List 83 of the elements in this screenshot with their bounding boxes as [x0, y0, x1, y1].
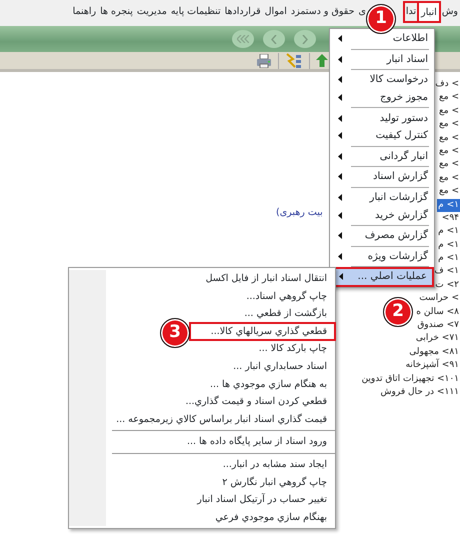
tree-item[interactable]: ۱> ف [433, 265, 460, 279]
menu-item[interactable]: ی [356, 2, 368, 22]
submenu-arrow-icon [339, 273, 343, 280]
menu-item[interactable]: تنظیمات پایه [168, 2, 223, 22]
next-button[interactable] [294, 30, 316, 48]
tree-item[interactable]: ۷> صندوق [416, 319, 460, 332]
tree-item[interactable]: > مع [438, 158, 460, 172]
up-arrow-icon[interactable] [316, 54, 328, 67]
menu-item[interactable]: قراردادها [222, 2, 263, 22]
submenu-arrow-icon [338, 114, 342, 122]
menu-item[interactable]: دستور تولید [331, 109, 433, 127]
tree-item[interactable]: ۸> سالن ه [415, 306, 460, 320]
menu-item[interactable]: گزارشات انبار [331, 188, 433, 206]
tree-item[interactable]: > مع [438, 132, 460, 145]
menu-item[interactable]: چاپ گروهي اسناد... [242, 288, 335, 306]
menu-item[interactable]: انبار [418, 2, 440, 22]
tree-item[interactable]: > حراست [418, 292, 460, 306]
menu-item[interactable]: مدیریت [134, 2, 169, 22]
tree-item[interactable]: > مع [438, 172, 460, 186]
menu-item[interactable]: اسناد انبار [331, 50, 433, 68]
tree-item[interactable]: ۹۱> آشپزخانه [404, 359, 460, 373]
tree-item[interactable]: > مع [438, 91, 460, 105]
submenu-arrow-icon [338, 252, 342, 260]
menu-item[interactable]: تدا [404, 2, 418, 22]
step-number-badge: 2 [383, 297, 413, 327]
tree-item[interactable]: ۱۰۱> تجهیزات اتاق تدوین [360, 372, 460, 386]
menu-item[interactable]: درخواست کالا [331, 71, 433, 89]
menu-item[interactable]: قطعي گذاري سريالهاي كالا... [190, 322, 335, 340]
submenu-arrow-icon [338, 212, 342, 219]
tree-icon[interactable] [285, 53, 303, 68]
submenu-arrow-icon [338, 35, 342, 42]
previous-button[interactable] [263, 30, 285, 48]
menu-item[interactable]: به هنگام سازي موجودي ها ... [206, 376, 335, 394]
tree-item[interactable]: > دف [434, 78, 460, 92]
submenu-arrow-icon [338, 132, 342, 140]
menu-item[interactable]: مجوز خروج [331, 88, 433, 106]
tree-item[interactable]: > مع [438, 185, 460, 199]
menu-item[interactable]: انبار گردانی [331, 148, 433, 166]
menu-item[interactable]: حقوق و دستمزد [288, 2, 356, 22]
menu-item[interactable]: گزارش خرید [331, 206, 433, 224]
tree-item[interactable]: > مع [438, 144, 460, 158]
link-text[interactable]: بیت رهبری) [276, 206, 323, 220]
menu-item[interactable]: ورود اسناد از ساير پايگاه داده ها ... [182, 433, 335, 451]
menu-item[interactable]: ايجاد سند مشابه در انبار... [218, 456, 335, 474]
tree-item[interactable]: > مع [438, 104, 460, 118]
menu-item[interactable]: قطعي كردن اسناد و قيمت گذاري... [181, 393, 335, 411]
tree-item[interactable]: ۱> م [437, 252, 460, 266]
menu-item[interactable]: بهنگام سازي موجودي فرعي [211, 508, 335, 526]
menu-item[interactable]: قيمت گذاري اسناد انبار براساس كالاي زيرمجموعه ... [112, 410, 335, 428]
first-page-button[interactable] [232, 30, 254, 48]
tree-item[interactable]: > مع [438, 118, 460, 132]
tree-item[interactable]: ۱> م [437, 198, 460, 212]
tree-item[interactable]: ۸۱> مجهولی [408, 346, 460, 360]
tree-item[interactable]: ۱> م [437, 225, 460, 239]
submenu-arrow-icon [338, 232, 342, 240]
submenu-arrow-icon [338, 173, 342, 180]
menu-item[interactable]: اموال [262, 2, 289, 22]
menu-item[interactable]: بازگشت از قطعي ... [240, 305, 335, 323]
menu-item[interactable]: گزارشات ویژه [331, 248, 433, 266]
menu-item[interactable]: گزارش اسناد [331, 168, 433, 186]
submenu-arrow-icon [338, 94, 342, 102]
tree-item[interactable]: ۷۱> خرابی [414, 332, 460, 346]
printer-icon[interactable] [256, 54, 272, 68]
menu-item[interactable]: کنترل کیفیت [331, 126, 433, 145]
submenu-arrow-icon [338, 194, 342, 202]
menu-item[interactable]: اسناد حسابداري انبار ... [229, 358, 335, 376]
tree-item[interactable]: ۱۱۱> در حال فروش [380, 386, 460, 400]
tree-item[interactable]: ۱> م [437, 238, 460, 252]
menu-item[interactable]: پنجره ها [98, 2, 135, 22]
submenu-arrow-icon [338, 76, 342, 84]
submenu-arrow-icon [338, 152, 342, 160]
menu-item[interactable]: چاپ گروهي انبار نگارش ۲ [218, 474, 335, 492]
menu-item[interactable]: چاپ باركد كالا ... [254, 340, 335, 358]
menu-item[interactable]: تغيير حساب در آرتيكل اسناد انبار [193, 491, 335, 509]
chevron-right-icon [302, 34, 308, 44]
menu-item[interactable]: راهنما [70, 2, 98, 22]
menu-item[interactable]: وش [440, 2, 460, 22]
tree-item[interactable]: ۲> ت [434, 278, 460, 292]
submenu-arrow-icon [338, 56, 342, 63]
chevron-left-icon [271, 34, 277, 44]
tree-item[interactable]: ۹۴> [440, 212, 460, 226]
triple-chevron-icon [237, 35, 249, 43]
menu-item[interactable]: گزارش مصرف [331, 226, 433, 245]
